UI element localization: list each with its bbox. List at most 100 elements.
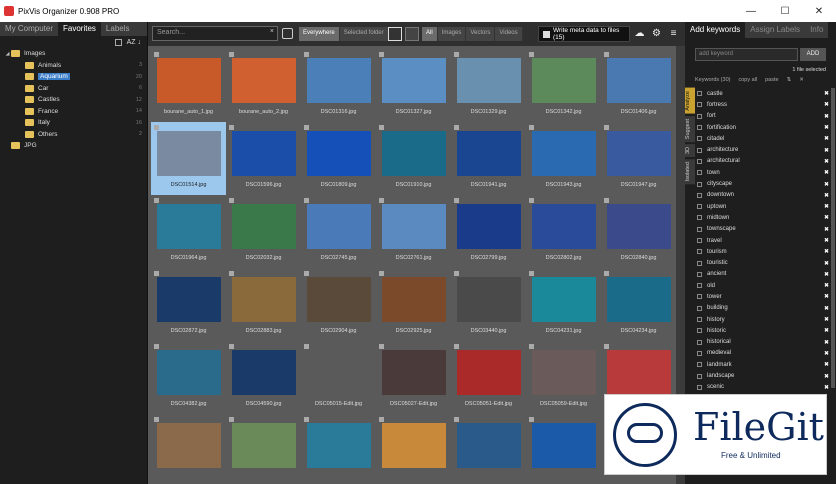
- keyword-checkbox[interactable]: [697, 158, 702, 164]
- grid-view-button[interactable]: [388, 27, 402, 41]
- tab-my-computer[interactable]: My Computer: [0, 22, 58, 36]
- tree-item[interactable]: Others 2: [0, 129, 147, 141]
- keyword-row[interactable]: tourism ✖: [697, 246, 829, 257]
- remove-keyword-icon[interactable]: ✖: [824, 361, 829, 368]
- tree-item[interactable]: France 14: [0, 106, 147, 118]
- thumbnail-checkbox-icon[interactable]: [304, 198, 309, 203]
- keyword-checkbox[interactable]: [697, 328, 702, 334]
- close-button[interactable]: ✕: [802, 0, 836, 22]
- remove-keyword-icon[interactable]: ✖: [824, 90, 829, 97]
- keyword-checkbox[interactable]: [697, 260, 702, 266]
- thumbnail-item[interactable]: DSC02840.jpg: [601, 195, 676, 268]
- thumbnail-checkbox-icon[interactable]: [529, 125, 534, 130]
- thumbnail-item[interactable]: DSC01809.jpg: [301, 122, 376, 195]
- thumbnail-item[interactable]: DSC01514.jpg: [151, 122, 226, 195]
- thumbnail-checkbox-icon[interactable]: [154, 271, 159, 276]
- remove-keyword-icon[interactable]: ✖: [824, 124, 829, 131]
- remove-keyword-icon[interactable]: ✖: [824, 237, 829, 244]
- thumbnail-checkbox-icon[interactable]: [379, 271, 384, 276]
- keyword-row[interactable]: tower ✖: [697, 291, 829, 302]
- paste-link[interactable]: paste: [765, 77, 778, 83]
- clear-icon[interactable]: ✕: [799, 77, 804, 83]
- thumbnail-checkbox-icon[interactable]: [454, 125, 459, 130]
- thumbnail-checkbox-icon[interactable]: [454, 198, 459, 203]
- thumbnail-checkbox-icon[interactable]: [229, 52, 234, 57]
- thumbnail-checkbox-icon[interactable]: [154, 417, 159, 422]
- remove-keyword-icon[interactable]: ✖: [824, 192, 829, 199]
- vtab-3d[interactable]: 3D: [685, 143, 695, 157]
- thumbnail-item[interactable]: DSC04590.jpg: [226, 341, 301, 414]
- thumbnail-checkbox-icon[interactable]: [154, 52, 159, 57]
- keyword-row[interactable]: fort ✖: [697, 111, 829, 122]
- keyword-scrollbar[interactable]: [831, 88, 835, 388]
- vtab-isolated[interactable]: Isolated: [685, 158, 695, 185]
- remove-keyword-icon[interactable]: ✖: [824, 248, 829, 255]
- thumbnail-item[interactable]: DSC02925.jpg: [376, 268, 451, 341]
- keyword-checkbox[interactable]: [697, 147, 702, 153]
- thumbnail-item[interactable]: DSC02761.jpg: [376, 195, 451, 268]
- keyword-row[interactable]: fortress ✖: [697, 99, 829, 110]
- maximize-button[interactable]: ☐: [768, 0, 802, 22]
- thumbnail-checkbox-icon[interactable]: [304, 125, 309, 130]
- tree-item[interactable]: Animals 3: [0, 60, 147, 72]
- keyword-checkbox[interactable]: [697, 192, 702, 198]
- keyword-row[interactable]: cityscape ✖: [697, 178, 829, 189]
- thumbnail-checkbox-icon[interactable]: [529, 344, 534, 349]
- thumbnail-item[interactable]: DSC02904.jpg: [301, 268, 376, 341]
- thumbnail-item[interactable]: DSC01327.jpg: [376, 49, 451, 122]
- thumbnail-item[interactable]: DSC04382.jpg: [151, 341, 226, 414]
- thumbnail-checkbox-icon[interactable]: [604, 198, 609, 203]
- keyword-row[interactable]: historical ✖: [697, 337, 829, 348]
- filter-images[interactable]: Images: [437, 27, 467, 41]
- thumbnail-checkbox-icon[interactable]: [454, 271, 459, 276]
- thumbnail-checkbox-icon[interactable]: [379, 344, 384, 349]
- keyword-checkbox[interactable]: [697, 181, 702, 187]
- thumbnail-checkbox-icon[interactable]: [304, 417, 309, 422]
- thumbnail-item[interactable]: DSC01964.jpg: [151, 195, 226, 268]
- tree-item[interactable]: Car 6: [0, 83, 147, 95]
- remove-keyword-icon[interactable]: ✖: [824, 350, 829, 357]
- keyword-row[interactable]: castle ✖: [697, 88, 829, 99]
- thumbnail-item[interactable]: DSC01596.jpg: [226, 122, 301, 195]
- thumbnail-item[interactable]: [151, 414, 226, 484]
- thumbnail-checkbox-icon[interactable]: [454, 344, 459, 349]
- filter-videos[interactable]: Videos: [495, 27, 523, 41]
- thumbnail-checkbox-icon[interactable]: [379, 125, 384, 130]
- remove-keyword-icon[interactable]: ✖: [824, 158, 829, 165]
- thumbnail-item[interactable]: [451, 414, 526, 484]
- keyword-checkbox[interactable]: [697, 384, 702, 390]
- thumbnail-checkbox-icon[interactable]: [154, 344, 159, 349]
- thumbnail-item[interactable]: DSC01342.jpg: [526, 49, 601, 122]
- thumbnail-item[interactable]: [526, 414, 601, 484]
- thumbnail-checkbox-icon[interactable]: [604, 52, 609, 57]
- keyword-checkbox[interactable]: [697, 305, 702, 311]
- list-view-button[interactable]: [405, 27, 419, 41]
- tree-item[interactable]: JPG: [0, 140, 147, 152]
- keyword-row[interactable]: architecture ✖: [697, 144, 829, 155]
- keyword-checkbox[interactable]: [697, 294, 702, 300]
- thumbnail-item[interactable]: bourane_auto_1.jpg: [151, 49, 226, 122]
- thumbnail-checkbox-icon[interactable]: [454, 417, 459, 422]
- scope-everywhere[interactable]: Everywhere: [299, 27, 340, 41]
- remove-keyword-icon[interactable]: ✖: [824, 293, 829, 300]
- tree-item[interactable]: Italy 16: [0, 117, 147, 129]
- thumbnail-checkbox-icon[interactable]: [229, 344, 234, 349]
- keyword-checkbox[interactable]: [697, 102, 702, 108]
- tree-item[interactable]: Castles 12: [0, 94, 147, 106]
- keyword-checkbox[interactable]: [697, 339, 702, 345]
- thumbnail-checkbox-icon[interactable]: [229, 271, 234, 276]
- thumbnail-checkbox-icon[interactable]: [229, 198, 234, 203]
- tab-info[interactable]: Info: [805, 22, 829, 38]
- thumbnail-checkbox-icon[interactable]: [604, 271, 609, 276]
- thumbnail-item[interactable]: [301, 414, 376, 484]
- remove-keyword-icon[interactable]: ✖: [824, 305, 829, 312]
- remove-keyword-icon[interactable]: ✖: [824, 339, 829, 346]
- clear-search-icon[interactable]: ×: [270, 28, 274, 35]
- tab-assign-labels[interactable]: Assign Labels: [745, 22, 806, 38]
- keyword-checkbox[interactable]: [697, 283, 702, 289]
- sort-button[interactable]: AZ ↓: [127, 39, 141, 46]
- keyword-row[interactable]: medieval ✖: [697, 348, 829, 359]
- remove-keyword-icon[interactable]: ✖: [824, 113, 829, 120]
- keyword-row[interactable]: historic ✖: [697, 325, 829, 336]
- keyword-row[interactable]: history ✖: [697, 314, 829, 325]
